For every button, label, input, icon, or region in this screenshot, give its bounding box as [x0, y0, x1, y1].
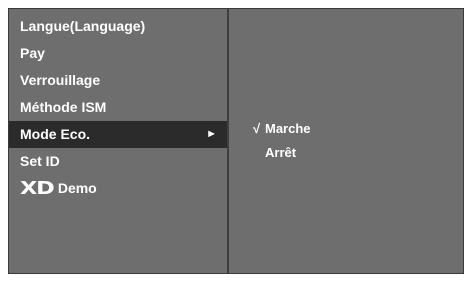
arrow-right-icon: ►: [206, 128, 217, 140]
menu-item-set-id[interactable]: Set ID: [9, 148, 227, 175]
submenu-option-on[interactable]: √ Marche: [253, 117, 311, 141]
submenu-option-label: Arrêt: [265, 145, 297, 160]
menu-item-ism-method[interactable]: Méthode ISM: [9, 94, 227, 121]
menu-item-label: Pay: [20, 45, 45, 61]
osd-menu-screen: Langue(Language) Pay Verrouillage Méthod…: [8, 8, 464, 274]
menu-item-label: Langue(Language): [20, 18, 146, 34]
main-menu: Langue(Language) Pay Verrouillage Méthod…: [9, 9, 227, 273]
menu-item-label: Demo: [57, 180, 97, 196]
menu-item-xd-demo[interactable]: XD Demo: [9, 175, 227, 202]
menu-item-eco-mode[interactable]: Mode Eco. ►: [9, 121, 227, 148]
checkmark-icon: √: [253, 121, 261, 136]
menu-item-label: Verrouillage: [20, 72, 101, 88]
submenu-option-off[interactable]: Arrêt: [253, 141, 296, 165]
menu-item-pay[interactable]: Pay: [9, 40, 227, 67]
menu-item-label: Mode Eco.: [20, 126, 91, 142]
submenu-option-label: Marche: [265, 121, 311, 136]
menu-item-label: Set ID: [20, 153, 60, 169]
menu-item-lock[interactable]: Verrouillage: [9, 67, 227, 94]
xd-logo-icon: XD: [20, 178, 55, 199]
menu-item-label: Méthode ISM: [20, 99, 107, 115]
menu-item-language[interactable]: Langue(Language): [9, 13, 227, 40]
submenu-panel: √ Marche Arrêt: [229, 9, 463, 273]
